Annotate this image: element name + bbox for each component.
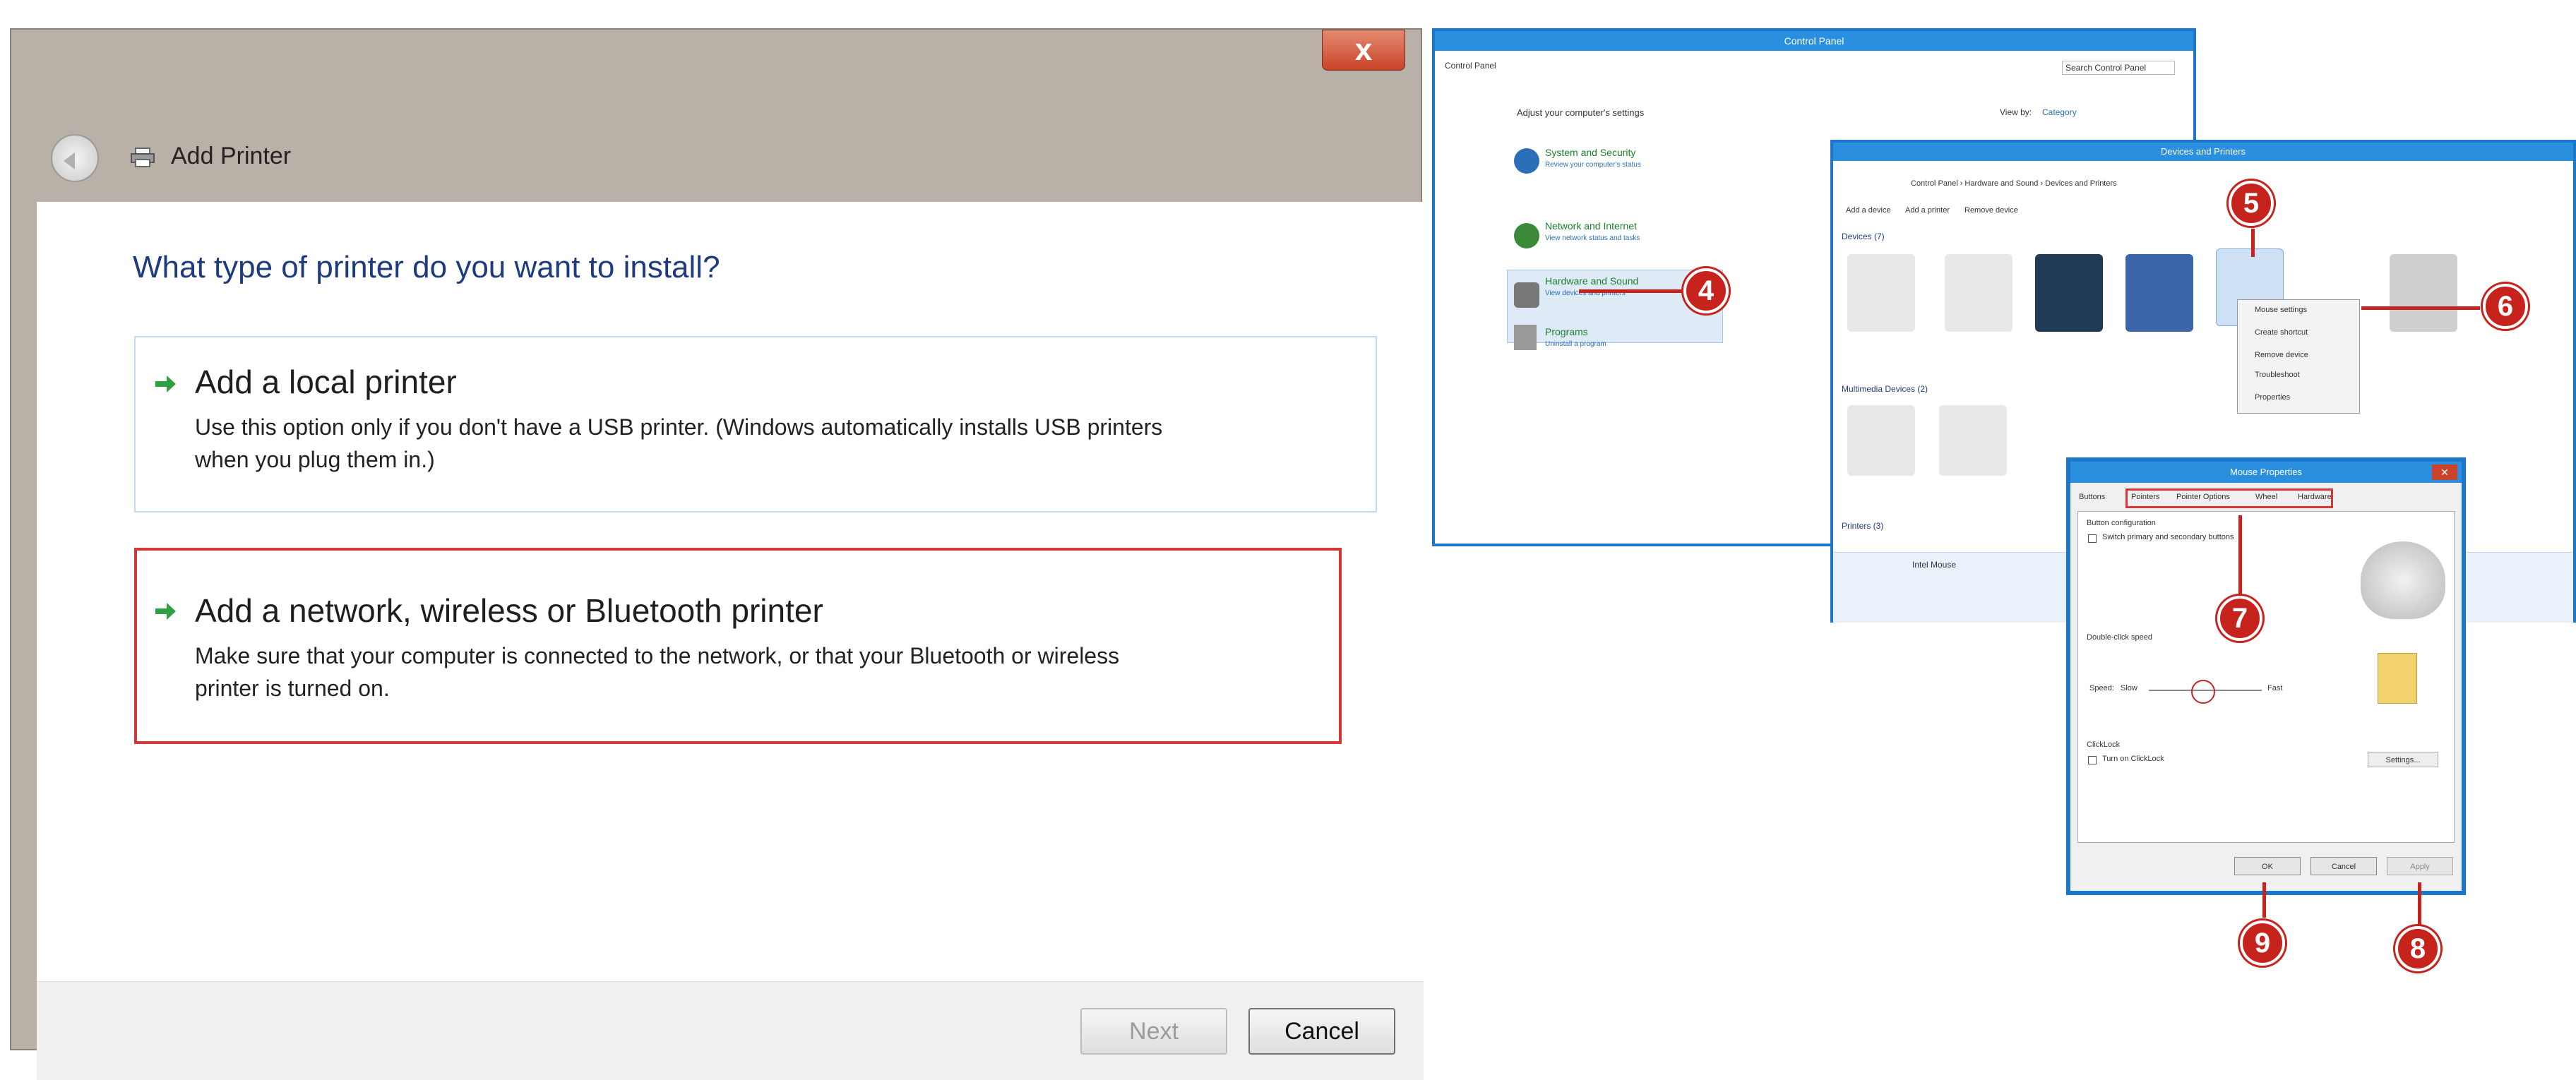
device-monitor-icon[interactable] bbox=[2035, 254, 2103, 332]
cancel-button[interactable]: Cancel bbox=[2310, 857, 2377, 875]
context-menu: Mouse settings Create shortcut Remove de… bbox=[2237, 299, 2360, 414]
close-button[interactable]: x bbox=[1322, 30, 1405, 71]
callout-badge: 8 bbox=[2395, 926, 2440, 971]
add-network-printer-option[interactable]: Add a network, wireless or Bluetooth pri… bbox=[134, 548, 1342, 744]
close-button[interactable]: ✕ bbox=[2432, 464, 2457, 480]
tab-panel: Button configuration Switch primary and … bbox=[2077, 511, 2455, 843]
printer-icon bbox=[1514, 282, 1539, 308]
programs-icon bbox=[1514, 325, 1537, 350]
window-title: Mouse Properties bbox=[2070, 462, 2462, 483]
view-by-select[interactable]: Category bbox=[2042, 107, 2077, 117]
page-title: What type of printer do you want to inst… bbox=[133, 250, 720, 284]
device-disk-icon[interactable] bbox=[1847, 254, 1915, 332]
media-device-icon[interactable] bbox=[1847, 405, 1915, 476]
add-printer-dialog: x Add Printer What type of printer do yo… bbox=[10, 28, 1424, 1080]
mouse-properties-dialog: Mouse Properties ✕ Buttons Pointers Poin… bbox=[2066, 457, 2466, 895]
callout-badge: 4 bbox=[1683, 268, 1729, 313]
globe-icon bbox=[1514, 223, 1539, 248]
category-link[interactable]: Review your computer's status bbox=[1545, 161, 1641, 169]
category-network[interactable]: Network and Internet bbox=[1545, 220, 1637, 232]
section-devices[interactable]: Devices (7) bbox=[1842, 232, 1885, 241]
section-printers[interactable]: Printers (3) bbox=[1842, 521, 1883, 531]
back-button[interactable] bbox=[51, 134, 99, 182]
media-device-icon[interactable] bbox=[1939, 405, 2007, 476]
option-description: when you plug them in.) bbox=[195, 447, 435, 472]
callout-arrow bbox=[2361, 306, 2480, 310]
toolbar-add-printer[interactable]: Add a printer bbox=[1905, 206, 1950, 215]
section-multimedia[interactable]: Multimedia Devices (2) bbox=[1842, 384, 1928, 394]
tab-buttons[interactable]: Buttons bbox=[2079, 493, 2105, 501]
tab-pointer-options[interactable]: Pointer Options bbox=[2176, 493, 2230, 501]
menu-properties[interactable]: Properties bbox=[2255, 393, 2290, 402]
speed-slider-thumb[interactable] bbox=[2191, 680, 2215, 704]
menu-troubleshoot[interactable]: Troubleshoot bbox=[2255, 371, 2300, 379]
category-link[interactable]: View network status and tasks bbox=[1545, 234, 1640, 243]
device-speakers-icon[interactable] bbox=[2390, 254, 2457, 332]
option-description: printer is turned on. bbox=[195, 676, 390, 701]
tab-wheel[interactable]: Wheel bbox=[2255, 493, 2277, 501]
callout-badge: 9 bbox=[2240, 920, 2285, 966]
tab-pointers[interactable]: Pointers bbox=[2131, 493, 2159, 501]
ok-button[interactable]: OK bbox=[2234, 857, 2301, 875]
search-input[interactable]: Search Control Panel bbox=[2062, 61, 2175, 75]
double-click-label: Double-click speed bbox=[2087, 633, 2152, 642]
device-pc-icon[interactable] bbox=[1945, 254, 2012, 332]
slow-label: Slow bbox=[2121, 684, 2137, 692]
menu-remove-device[interactable]: Remove device bbox=[2255, 351, 2308, 359]
add-local-printer-option[interactable]: Add a local printer Use this option only… bbox=[134, 336, 1377, 512]
callout-arrow bbox=[1579, 289, 1683, 293]
tab-hardware[interactable]: Hardware bbox=[2298, 493, 2332, 501]
option-title: Add a network, wireless or Bluetooth pri… bbox=[195, 592, 823, 629]
shield-icon bbox=[1514, 148, 1539, 174]
printer-icon bbox=[131, 148, 155, 167]
next-button[interactable]: Next bbox=[1080, 1008, 1227, 1055]
menu-mouse-settings[interactable]: Mouse settings bbox=[2255, 306, 2307, 314]
window-title: Devices and Printers bbox=[1833, 143, 2573, 161]
menu-create-shortcut[interactable]: Create shortcut bbox=[2255, 328, 2308, 337]
fast-label: Fast bbox=[2267, 684, 2283, 692]
callout-arrow bbox=[2251, 229, 2255, 257]
clicklock-option: Turn on ClickLock bbox=[2102, 755, 2164, 763]
view-by-label: View by: bbox=[2000, 107, 2032, 117]
green-arrow-icon bbox=[155, 376, 176, 392]
footer-device-name: Intel Mouse bbox=[1912, 560, 1957, 570]
speed-label: Speed: bbox=[2089, 684, 2114, 692]
toolbar-add-device[interactable]: Add a device bbox=[1846, 206, 1891, 215]
clicklock-settings-button[interactable]: Settings... bbox=[2368, 752, 2438, 767]
section-heading: Adjust your computer's settings bbox=[1517, 107, 1645, 118]
option-description: Make sure that your computer is connecte… bbox=[195, 643, 1120, 668]
dialog-title: Add Printer bbox=[171, 143, 292, 169]
category-hardware[interactable]: Hardware and Sound bbox=[1545, 275, 1638, 287]
toolbar-remove-device[interactable]: Remove device bbox=[1964, 206, 2018, 215]
category-programs[interactable]: Programs bbox=[1545, 326, 1588, 337]
apply-button[interactable]: Apply bbox=[2387, 857, 2453, 875]
button-config-label: Button configuration bbox=[2087, 519, 2156, 527]
callout-arrow bbox=[2262, 882, 2266, 918]
option-description: Use this option only if you don't have a… bbox=[195, 414, 1163, 440]
callout-badge: 6 bbox=[2483, 284, 2528, 329]
device-display-icon[interactable] bbox=[2125, 254, 2193, 332]
callout-badge: 7 bbox=[2217, 596, 2262, 641]
switch-buttons-label: Switch primary and secondary buttons bbox=[2102, 533, 2234, 541]
window-title: Control Panel bbox=[1435, 31, 2193, 51]
folder-icon[interactable] bbox=[2378, 653, 2417, 704]
category-system[interactable]: System and Security bbox=[1545, 147, 1635, 158]
category-link[interactable]: Uninstall a program bbox=[1545, 340, 1606, 349]
address-bar[interactable]: Control Panel bbox=[1445, 61, 1496, 71]
clicklock-checkbox[interactable] bbox=[2088, 756, 2097, 764]
switch-buttons-checkbox[interactable] bbox=[2088, 534, 2097, 543]
cancel-button[interactable]: Cancel bbox=[1248, 1008, 1395, 1055]
mouse-image-icon bbox=[2361, 541, 2445, 619]
breadcrumb[interactable]: Control Panel › Hardware and Sound › Dev… bbox=[1911, 179, 2117, 188]
option-title: Add a local printer bbox=[195, 364, 457, 400]
callout-badge: 5 bbox=[2229, 181, 2274, 226]
clicklock-label: ClickLock bbox=[2087, 740, 2121, 749]
green-arrow-icon bbox=[155, 603, 176, 620]
